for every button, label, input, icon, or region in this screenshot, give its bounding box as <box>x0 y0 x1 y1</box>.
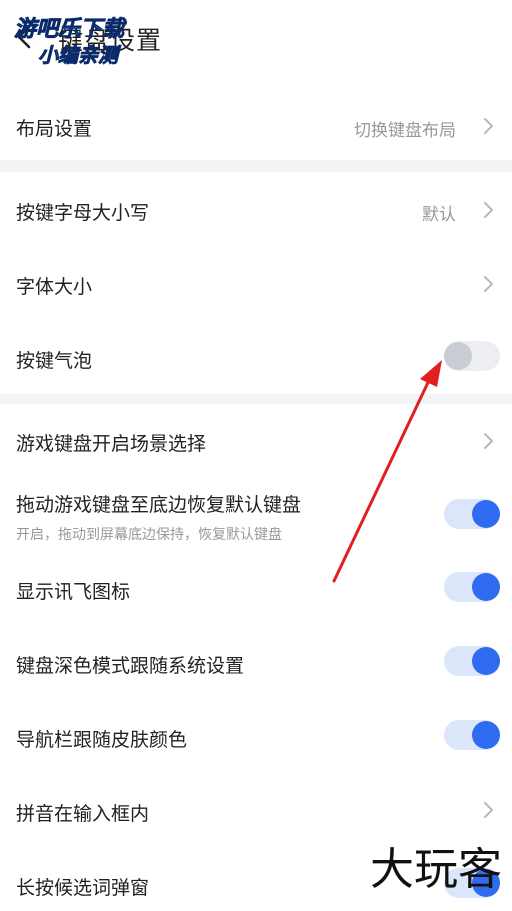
setting-row-dark-mode: 键盘深色模式跟随系统设置 <box>0 624 512 698</box>
setting-label: 按键字母大小写 <box>16 202 150 224</box>
setting-label: 字体大小 <box>16 276 93 298</box>
chevron-right-icon <box>484 202 493 218</box>
svg-text:游吧乐下载: 游吧乐下载 <box>14 17 127 42</box>
key-bubble-toggle[interactable] <box>444 341 500 371</box>
navbar-skin-toggle[interactable] <box>444 720 500 750</box>
section-layout: 布局设置 切换键盘布局 <box>0 84 512 160</box>
section-divider <box>0 160 512 172</box>
dark-mode-toggle[interactable] <box>444 646 500 676</box>
setting-label: 布局设置 <box>16 118 93 140</box>
chevron-right-icon <box>484 433 493 449</box>
toggle-knob <box>472 500 500 528</box>
setting-label: 拖动游戏键盘至底边恢复默认键盘 <box>16 494 302 516</box>
setting-label: 拼音在输入框内 <box>16 803 150 825</box>
watermark-logo: 游吧乐下载 小编亲测 <box>14 17 128 68</box>
setting-subtitle: 开启，拖动到屏幕底边保持，恢复默认键盘 <box>16 527 282 543</box>
setting-label: 显示讯飞图标 <box>16 581 131 603</box>
chevron-right-icon <box>484 802 493 818</box>
setting-row-key-bubble: 按键气泡 <box>0 320 512 394</box>
setting-value: 切换键盘布局 <box>354 121 456 141</box>
setting-row-navbar-skin: 导航栏跟随皮肤颜色 <box>0 698 512 772</box>
section-divider <box>0 394 512 404</box>
watermark-text: 大玩客 <box>370 844 502 895</box>
setting-row-letter-case[interactable]: 按键字母大小写 默认 <box>0 172 512 246</box>
setting-value: 默认 <box>422 205 456 225</box>
setting-row-game-scene[interactable]: 游戏键盘开启场景选择 <box>0 404 512 476</box>
setting-label: 按键气泡 <box>16 350 93 372</box>
drag-restore-toggle[interactable] <box>444 499 500 529</box>
setting-row-drag-restore: 拖动游戏键盘至底边恢复默认键盘 开启，拖动到屏幕底边保持，恢复默认键盘 <box>0 476 512 550</box>
chevron-right-icon <box>484 276 493 292</box>
chevron-right-icon <box>484 118 493 134</box>
show-icon-toggle[interactable] <box>444 572 500 602</box>
setting-label: 游戏键盘开启场景选择 <box>16 433 207 455</box>
setting-row-show-icon: 显示讯飞图标 <box>0 550 512 624</box>
svg-text:小编亲测: 小编亲测 <box>38 43 122 67</box>
toggle-knob <box>472 721 500 749</box>
setting-label: 导航栏跟随皮肤颜色 <box>16 729 188 751</box>
setting-label: 长按候选词弹窗 <box>16 877 150 899</box>
toggle-knob <box>444 342 472 370</box>
toggle-knob <box>472 573 500 601</box>
setting-row-layout[interactable]: 布局设置 切换键盘布局 <box>0 84 512 160</box>
setting-label: 键盘深色模式跟随系统设置 <box>16 655 245 677</box>
setting-row-font-size[interactable]: 字体大小 <box>0 246 512 320</box>
section-keys: 按键字母大小写 默认 字体大小 按键气泡 <box>0 172 512 394</box>
toggle-knob <box>472 647 500 675</box>
